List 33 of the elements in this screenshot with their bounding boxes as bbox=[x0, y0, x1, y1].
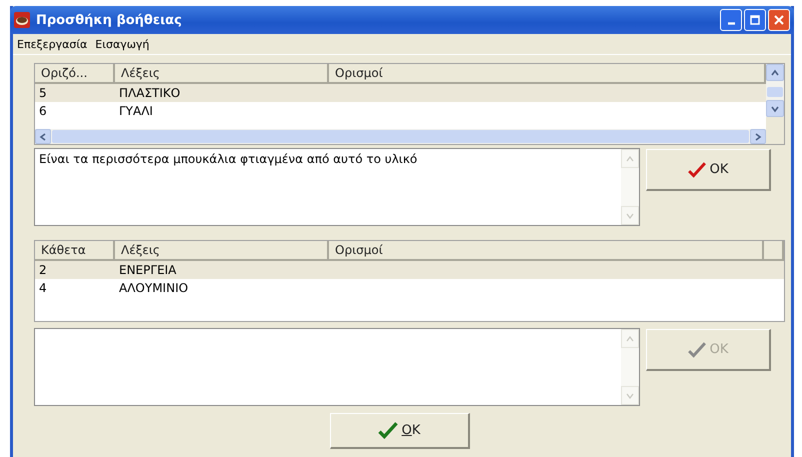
scroll-thumb[interactable] bbox=[52, 130, 749, 143]
maximize-button[interactable] bbox=[744, 9, 766, 31]
maximize-icon bbox=[750, 15, 760, 25]
grid-row[interactable]: 6 ΓΥΑΛΙ bbox=[35, 102, 766, 120]
horizontal-scrollbar[interactable] bbox=[35, 129, 766, 144]
table-cell: 4 bbox=[39, 281, 47, 295]
table-cell: 6 bbox=[39, 104, 47, 118]
grid-row[interactable]: 5 ΠΛΑΣΤΙΚΟ bbox=[35, 84, 766, 102]
check-icon bbox=[688, 162, 706, 178]
minimize-icon bbox=[728, 22, 734, 25]
close-icon bbox=[774, 15, 784, 25]
vertical-scrollbar[interactable] bbox=[766, 64, 784, 144]
table-cell: ΠΛΑΣΤΙΚΟ bbox=[119, 86, 180, 100]
definition-field[interactable] bbox=[34, 328, 640, 406]
app-icon bbox=[14, 12, 30, 28]
table-cell: ΕΝΕΡΓΕΙΑ bbox=[119, 263, 176, 277]
close-button[interactable] bbox=[768, 9, 790, 31]
check-icon bbox=[378, 422, 398, 439]
scroll-thumb[interactable] bbox=[767, 87, 783, 97]
minimize-button[interactable] bbox=[720, 9, 742, 31]
table-cell: ΓΥΑΛΙ bbox=[119, 104, 153, 118]
menu-item[interactable]: Εισαγωγή bbox=[95, 38, 150, 50]
table-cell: 5 bbox=[39, 86, 47, 100]
definition-field[interactable]: Είναι τα περισσότερα μπουκάλια φτιαγμένα από αυτό το υλικό bbox=[34, 148, 640, 226]
menu-item[interactable]: Επεξεργασία bbox=[17, 38, 88, 50]
window-title: Προσθήκη βοήθειας bbox=[36, 12, 183, 28]
ok-button[interactable]: OK bbox=[646, 149, 771, 191]
ok-button[interactable]: OK bbox=[330, 413, 470, 449]
grid-row[interactable]: 2 ΕΝΕΡΓΕΙΑ bbox=[35, 261, 784, 279]
check-icon bbox=[688, 342, 706, 358]
grid-row[interactable]: 4 ΑΛΟΥΜΙΝΙΟ bbox=[35, 279, 784, 297]
table-cell: ΑΛΟΥΜΙΝΙΟ bbox=[119, 281, 188, 295]
table-cell: 2 bbox=[39, 263, 47, 277]
